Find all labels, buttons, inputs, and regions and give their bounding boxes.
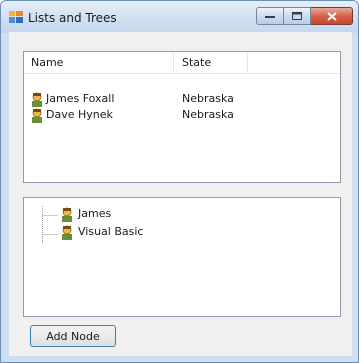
list-header: Name State [24,52,340,74]
list-item[interactable]: Dave Hynek Nebraska [24,107,340,123]
minimize-button[interactable] [256,7,284,25]
user-icon [62,225,72,240]
app-icon [9,11,23,23]
minimize-icon [265,16,275,18]
user-icon [62,207,72,222]
tree-node-label: Visual Basic [78,225,144,238]
app-window: Lists and Trees Name State James Foxall … [0,0,359,363]
user-icon [32,92,42,107]
title-bar[interactable]: Lists and Trees [1,1,358,33]
list-view[interactable]: Name State James Foxall Nebraska Dave Hy… [23,51,341,183]
window-title: Lists and Trees [28,11,117,25]
add-node-button[interactable]: Add Node [30,325,116,347]
row-state: Nebraska [182,108,234,121]
tree-connector-lines [42,206,58,244]
tree-node-label: James [78,207,112,220]
column-header-name[interactable]: Name [24,52,174,73]
close-icon [326,11,337,21]
user-icon [32,108,42,123]
close-button[interactable] [311,7,353,25]
row-state: Nebraska [182,92,234,105]
tree-view[interactable]: James Visual Basic [23,197,341,317]
row-name: James Foxall [46,92,115,105]
row-name: Dave Hynek [46,108,113,121]
maximize-button[interactable] [284,7,311,25]
column-header-state[interactable]: State [174,52,248,73]
list-item[interactable]: James Foxall Nebraska [24,91,340,107]
maximize-icon [292,12,302,20]
